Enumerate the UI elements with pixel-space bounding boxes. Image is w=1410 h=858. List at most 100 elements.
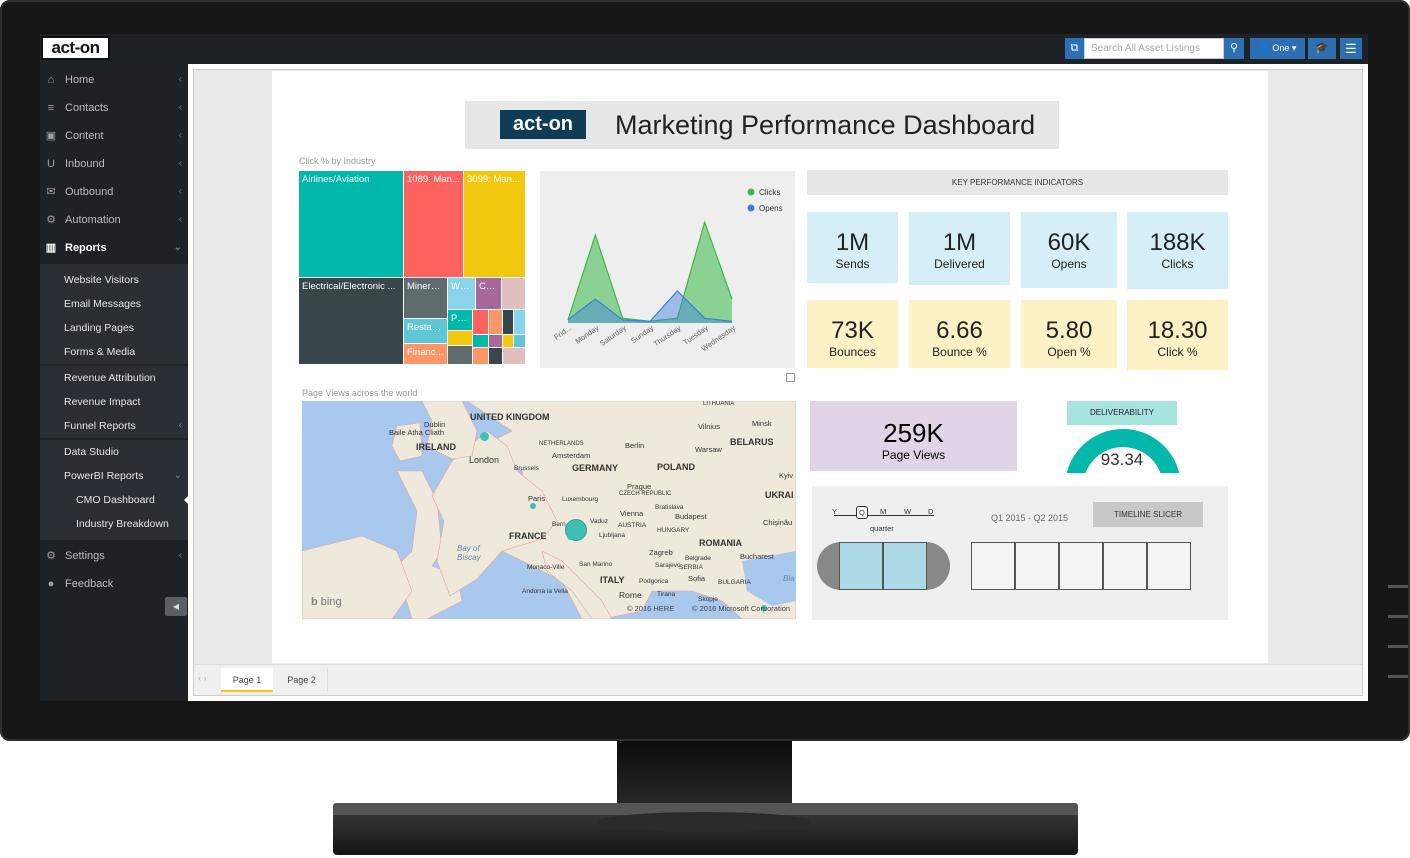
treemap-tile[interactable]: Ph...: [448, 310, 472, 330]
treemap-tile[interactable]: [503, 348, 525, 364]
sidebar-item-automation[interactable]: ⚙ Automation ‹: [40, 206, 188, 234]
treemap-tile[interactable]: [514, 310, 525, 334]
slicer-level-y[interactable]: Y: [832, 507, 837, 516]
treemap-tile[interactable]: Co...: [476, 278, 501, 309]
chevron-left-icon: ‹: [178, 102, 182, 113]
legend-label: Opens: [759, 204, 783, 213]
slicer-period[interactable]: [839, 542, 883, 590]
world-map[interactable]: UNITED KINGDOM Baile Atha Cliath Dublin …: [302, 401, 796, 619]
map-city-label: Chişinău: [763, 518, 793, 527]
search-input[interactable]: Search All Asset Listings: [1084, 38, 1224, 59]
slicer-period[interactable]: [1059, 542, 1103, 590]
slicer-level-m[interactable]: M: [880, 507, 886, 516]
sidebar-item-contacts[interactable]: ≡ Contacts ‹: [40, 94, 188, 122]
treemap-tile[interactable]: [514, 335, 525, 347]
treemap-tile[interactable]: Mineral...: [404, 278, 447, 318]
sub-item-forms-media[interactable]: Forms & Media: [40, 340, 188, 364]
slicer-period[interactable]: [883, 542, 927, 590]
map-point[interactable]: [567, 533, 574, 540]
sub-item-funnel-reports[interactable]: Funnel Reports ‹: [40, 414, 188, 438]
legend-marker: [747, 204, 755, 212]
hamburger-menu-icon[interactable]: ☰: [1340, 38, 1362, 59]
treemap-tile[interactable]: Financ...: [404, 344, 447, 364]
slicer-timeline[interactable]: [817, 542, 1191, 590]
legend-marker: [747, 188, 755, 196]
treemap-tile[interactable]: [489, 348, 502, 364]
kpi-value: 188K: [1149, 229, 1206, 256]
treemap-tile[interactable]: Restaur...: [404, 319, 447, 343]
sidebar-item-reports[interactable]: ▥ Reports ⌄: [40, 234, 188, 262]
search-icon[interactable]: ⚲: [1224, 38, 1244, 59]
sidebar-item-inbound[interactable]: U Inbound ‹: [40, 150, 188, 178]
treemap-tile[interactable]: [473, 335, 488, 347]
sub-item-website-visitors[interactable]: Website Visitors: [40, 268, 188, 292]
kpi-value: 6.66: [936, 317, 983, 344]
slicer-period[interactable]: [971, 542, 1015, 590]
sub-item-powerbi-reports[interactable]: PowerBI Reports ⌄: [40, 464, 188, 488]
sidebar-item-home[interactable]: ⌂ Home ‹: [40, 66, 188, 94]
timeline-slicer-button[interactable]: TIMELINE SLICER: [1093, 502, 1203, 527]
treemap-tile[interactable]: Airlines/Aviation: [299, 171, 403, 277]
copy-icon[interactable]: ⧉: [1065, 38, 1084, 59]
sub-item-data-studio[interactable]: Data Studio: [40, 440, 188, 464]
sub-item-email-messages[interactable]: Email Messages: [40, 292, 188, 316]
act-on-logo[interactable]: act-on: [41, 36, 110, 60]
map-point[interactable]: [480, 432, 489, 441]
expand-icon[interactable]: [786, 373, 795, 382]
slicer-period[interactable]: [1147, 542, 1191, 590]
sub-item-cmo-dashboard[interactable]: CMO Dashboard: [40, 488, 189, 512]
treemap-tile[interactable]: [448, 331, 472, 345]
treemap-tile[interactable]: [489, 310, 502, 334]
treemap-tile[interactable]: Wh...: [448, 278, 475, 309]
kpi-value: 60K: [1047, 229, 1091, 256]
map-country-label: POLAND: [657, 462, 695, 472]
slicer-period[interactable]: [1103, 542, 1147, 590]
chevron-left-icon: ‹: [178, 130, 182, 141]
map-city-label: Warsaw: [695, 445, 722, 454]
sub-item-label: Funnel Reports: [64, 420, 136, 432]
sidebar-item-label: Feedback: [65, 578, 114, 590]
deliverability-label: DELIVERABILITY: [1067, 401, 1177, 425]
chevron-left-icon: ‹: [178, 420, 182, 431]
treemap: Airlines/Aviation 1089: Man... 3099: Man…: [299, 171, 525, 364]
sub-item-landing-pages[interactable]: Landing Pages: [40, 316, 188, 340]
sub-item-revenue-attribution[interactable]: Revenue Attribution: [40, 366, 188, 390]
treemap-tile[interactable]: [473, 310, 488, 334]
treemap-label: Click % by Industry: [299, 156, 376, 166]
map-city-label: Rome: [619, 590, 642, 600]
collapse-sidebar-button[interactable]: ◂: [165, 597, 187, 616]
tab-scroll-left[interactable]: ‹ ›: [198, 673, 207, 683]
user-menu-button[interactable]: 👤 One ▾: [1250, 38, 1305, 59]
treemap-tile[interactable]: 1089: Man...: [404, 171, 463, 277]
slicer-level-q[interactable]: Q: [856, 506, 868, 519]
sub-item-revenue-impact[interactable]: Revenue Impact: [40, 390, 188, 414]
sidebar-item-label: Home: [65, 74, 95, 86]
treemap-tile[interactable]: [489, 335, 502, 347]
tab-page-2[interactable]: Page 2: [276, 668, 328, 692]
map-point[interactable]: [530, 503, 536, 509]
treemap-tile[interactable]: [502, 278, 525, 309]
sidebar-item-content[interactable]: ▣ Content ‹: [40, 122, 188, 150]
tab-page-1[interactable]: Page 1: [221, 668, 273, 692]
slicer-level-w[interactable]: W: [904, 507, 911, 516]
treemap-tile[interactable]: 3099: Man...: [464, 171, 525, 277]
sidebar-item-outbound[interactable]: ✉ Outbound ‹: [40, 178, 188, 206]
map-city-label: Andorra la Vella: [522, 588, 568, 595]
slicer-period[interactable]: [1015, 542, 1059, 590]
treemap-tile[interactable]: [503, 335, 513, 347]
treemap-tile[interactable]: [503, 310, 513, 334]
slicer-level-d[interactable]: D: [928, 507, 933, 516]
sidebar-item-label: Automation: [65, 214, 121, 226]
sub-item-industry-breakdown[interactable]: Industry Breakdown: [40, 512, 188, 536]
treemap-tile[interactable]: [473, 348, 488, 364]
graduation-cap-icon[interactable]: 🎓: [1308, 38, 1336, 59]
map-country-label: FRANCE: [509, 531, 547, 541]
sidebar-item-feedback[interactable]: ● Feedback: [40, 570, 188, 598]
map-country-label: NETHERLANDS: [539, 441, 584, 447]
sidebar-item-settings[interactable]: ⚙ Settings ‹: [40, 542, 188, 570]
map-city-label: Belgrade: [685, 555, 712, 562]
kpi-label: Sends: [835, 257, 870, 271]
treemap-tile[interactable]: [448, 346, 472, 364]
treemap-tile[interactable]: Electrical/Electronic ...: [299, 278, 403, 364]
map-city-label: Luxembourg: [562, 496, 599, 503]
